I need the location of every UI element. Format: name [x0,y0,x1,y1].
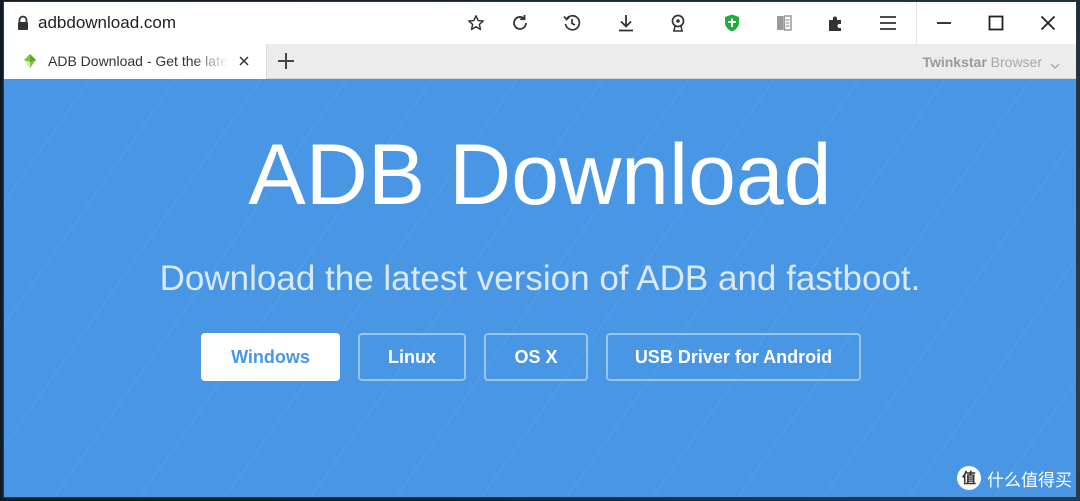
page-content: ADB Download Download the latest version… [4,79,1076,497]
page-subtitle: Download the latest version of ADB and f… [159,259,921,298]
menu-icon[interactable] [876,11,900,35]
minimize-icon[interactable] [918,2,970,44]
new-tab-plus-icon[interactable] [274,49,298,73]
reload-icon[interactable] [508,11,532,35]
osx-button[interactable]: OS X [484,333,588,381]
browser-brand: Twinkstar Browser [922,54,1042,70]
android-favicon-icon [22,53,38,69]
brand-light: Browser [986,54,1042,70]
tab-adb-download[interactable]: ADB Download - Get the latest version [4,44,267,79]
url-field[interactable]: adbdownload.com [38,12,176,34]
lock-icon [16,15,30,31]
download-icon[interactable] [614,11,638,35]
extensions-icon[interactable] [824,11,848,35]
watermark-text: 什么值得买 [987,470,1072,490]
page-title: ADB Download [248,127,832,223]
shield-icon[interactable] [720,11,744,35]
watermark: 值 什么值得买 [957,465,1072,491]
browser-window: adbdownload.com ADB Download - Get the l… [4,2,1076,497]
tab-strip: ADB Download - Get the latest version Tw… [4,44,1076,79]
close-icon[interactable] [1022,2,1074,44]
tab-close-icon[interactable] [236,53,252,69]
tab-title: ADB Download - Get the latest version [48,53,228,69]
usb-driver-button[interactable]: USB Driver for Android [606,333,861,381]
windows-button[interactable]: Windows [201,333,340,381]
reader-icon[interactable] [772,11,796,35]
linux-button[interactable]: Linux [358,333,466,381]
history-icon[interactable] [560,11,584,35]
watermark-badge: 值 [957,466,981,490]
toolbar-divider [916,2,917,44]
maximize-icon[interactable] [970,2,1022,44]
address-bar-row: adbdownload.com [4,2,1076,45]
webcam-icon[interactable] [666,11,690,35]
chevron-down-icon[interactable] [1050,57,1060,69]
star-icon[interactable] [464,11,488,35]
brand-bold: Twinkstar [922,54,987,70]
